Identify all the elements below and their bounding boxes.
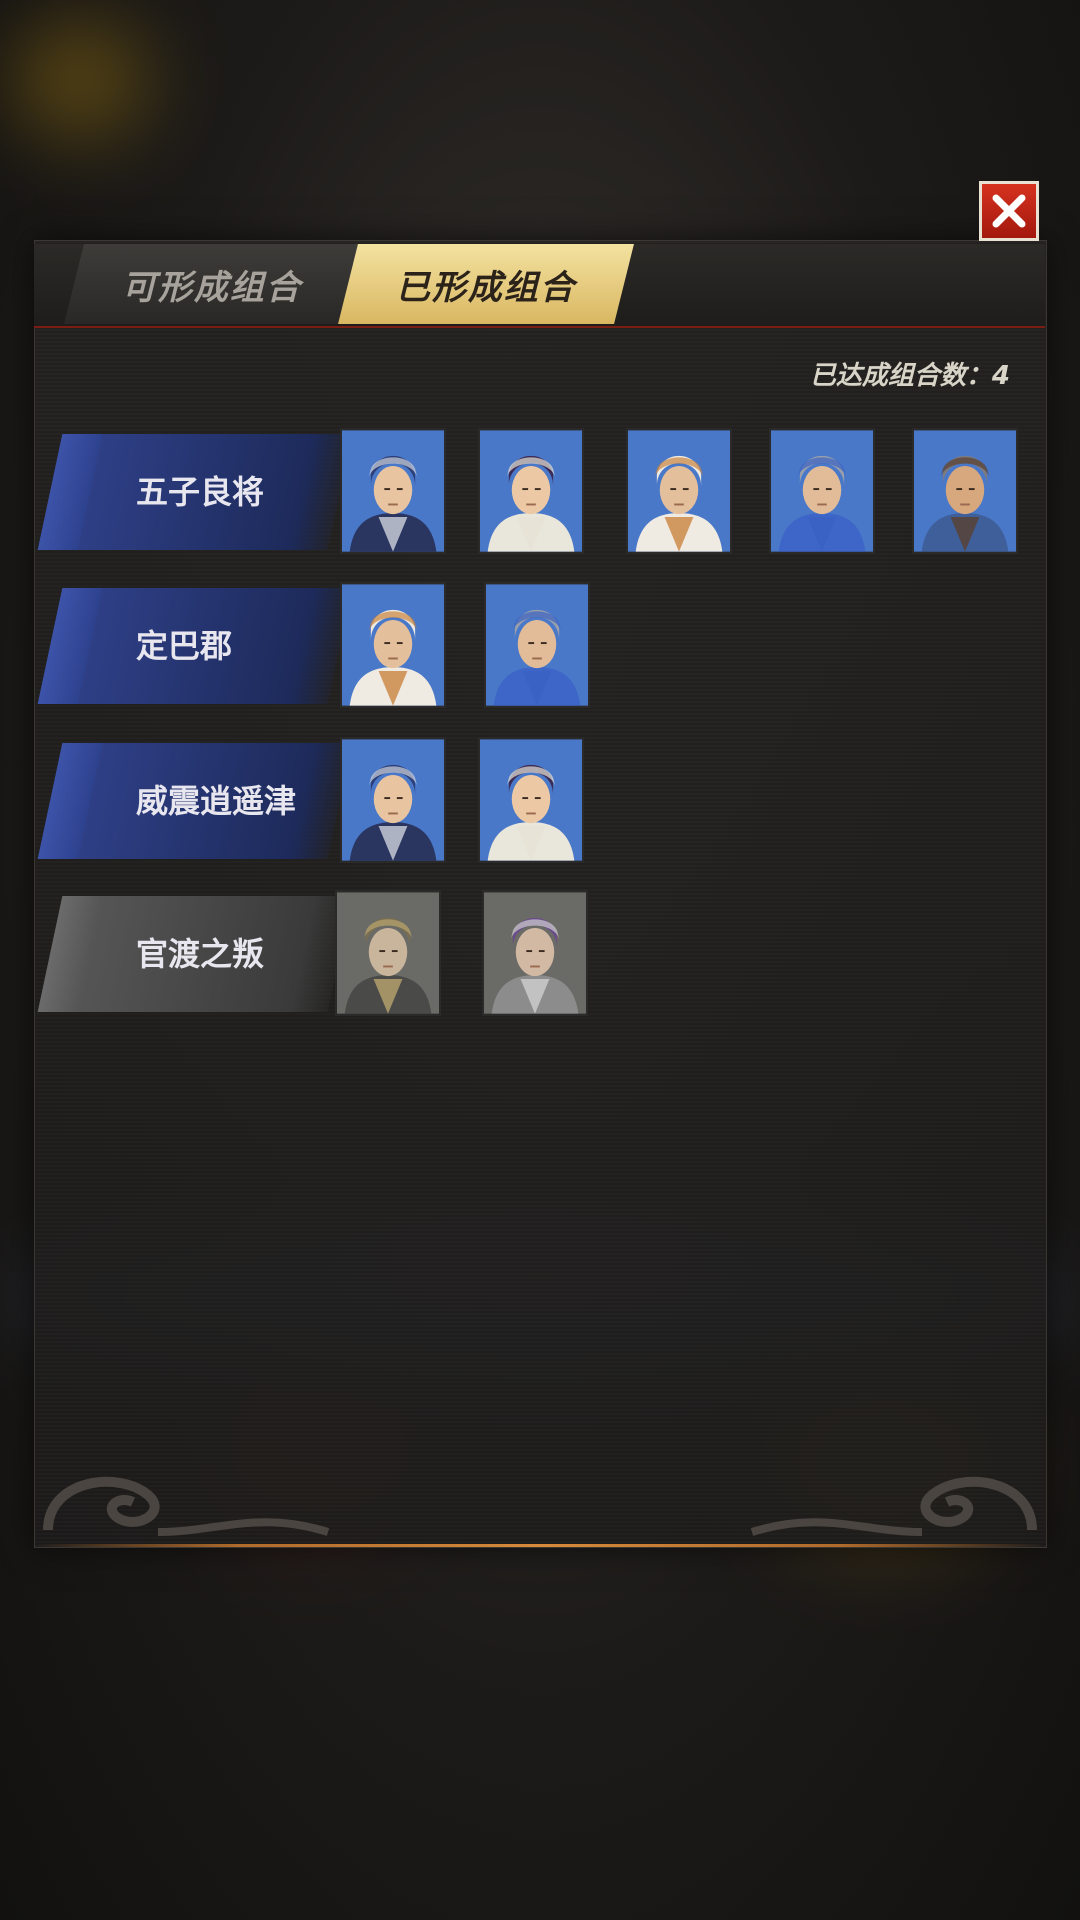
tab-bar: 可形成组合 已形成组合 bbox=[34, 244, 1045, 328]
swirl-ornament-right bbox=[750, 1476, 1037, 1536]
tab-available-combos[interactable]: 可形成组合 bbox=[64, 244, 360, 324]
formed-combo-count: 已达成组合数：4 bbox=[809, 361, 1010, 391]
combo-row[interactable]: 官渡之叛 bbox=[37, 890, 1010, 1016]
combo-banner: 威震逍遥津 bbox=[37, 743, 353, 859]
combo-banner: 五子良将 bbox=[37, 434, 353, 550]
hero-face-icon bbox=[337, 892, 439, 1014]
combo-name: 威震逍遥津 bbox=[136, 782, 297, 820]
hero-portrait-white-hood[interactable] bbox=[340, 582, 446, 708]
hero-portrait-silver-scarf[interactable] bbox=[769, 428, 875, 554]
swirl-ornament-left bbox=[43, 1476, 330, 1536]
hero-portrait-blue-helm[interactable] bbox=[340, 737, 446, 863]
combo-name: 定巴郡 bbox=[136, 627, 233, 665]
combo-name: 五子良将 bbox=[136, 473, 265, 511]
hero-face-icon bbox=[480, 739, 582, 861]
tab-formed-combos[interactable]: 已形成组合 bbox=[338, 244, 634, 324]
hero-face-icon bbox=[486, 584, 588, 706]
combo-row[interactable]: 定巴郡 bbox=[37, 582, 1010, 708]
hero-portrait-purple-hair[interactable] bbox=[478, 737, 584, 863]
hero-portrait-blue-helm[interactable] bbox=[340, 428, 446, 554]
panel-bottom-border bbox=[34, 1544, 1045, 1547]
combo-name: 官渡之叛 bbox=[136, 935, 265, 973]
hero-portrait-silver-scarf[interactable] bbox=[484, 582, 590, 708]
hero-portrait-gold-helm[interactable] bbox=[335, 890, 441, 1016]
hero-portrait-white-hood[interactable] bbox=[626, 428, 732, 554]
hero-portrait-purple-hair[interactable] bbox=[478, 428, 584, 554]
hero-face-icon bbox=[914, 430, 1016, 552]
hero-face-icon bbox=[771, 430, 873, 552]
combo-row[interactable]: 五子良将 bbox=[37, 428, 1018, 554]
hero-face-icon bbox=[342, 430, 444, 552]
combo-banner: 定巴郡 bbox=[37, 588, 353, 704]
tab-available-label: 可形成组合 bbox=[122, 267, 302, 308]
hero-face-icon bbox=[342, 584, 444, 706]
combo-row[interactable]: 威震逍遥津 bbox=[37, 737, 1010, 863]
hero-portrait-purple-spiky[interactable] bbox=[482, 890, 588, 1016]
tab-formed-label: 已形成组合 bbox=[396, 267, 576, 308]
hero-face-icon bbox=[484, 892, 586, 1014]
combo-banner: 官渡之叛 bbox=[37, 896, 353, 1012]
hero-face-icon bbox=[342, 739, 444, 861]
close-button[interactable] bbox=[979, 181, 1039, 241]
close-icon bbox=[992, 194, 1026, 228]
hero-portrait-bearded[interactable] bbox=[912, 428, 1018, 554]
background-blur bbox=[10, 20, 150, 140]
hero-face-icon bbox=[480, 430, 582, 552]
hero-face-icon bbox=[628, 430, 730, 552]
